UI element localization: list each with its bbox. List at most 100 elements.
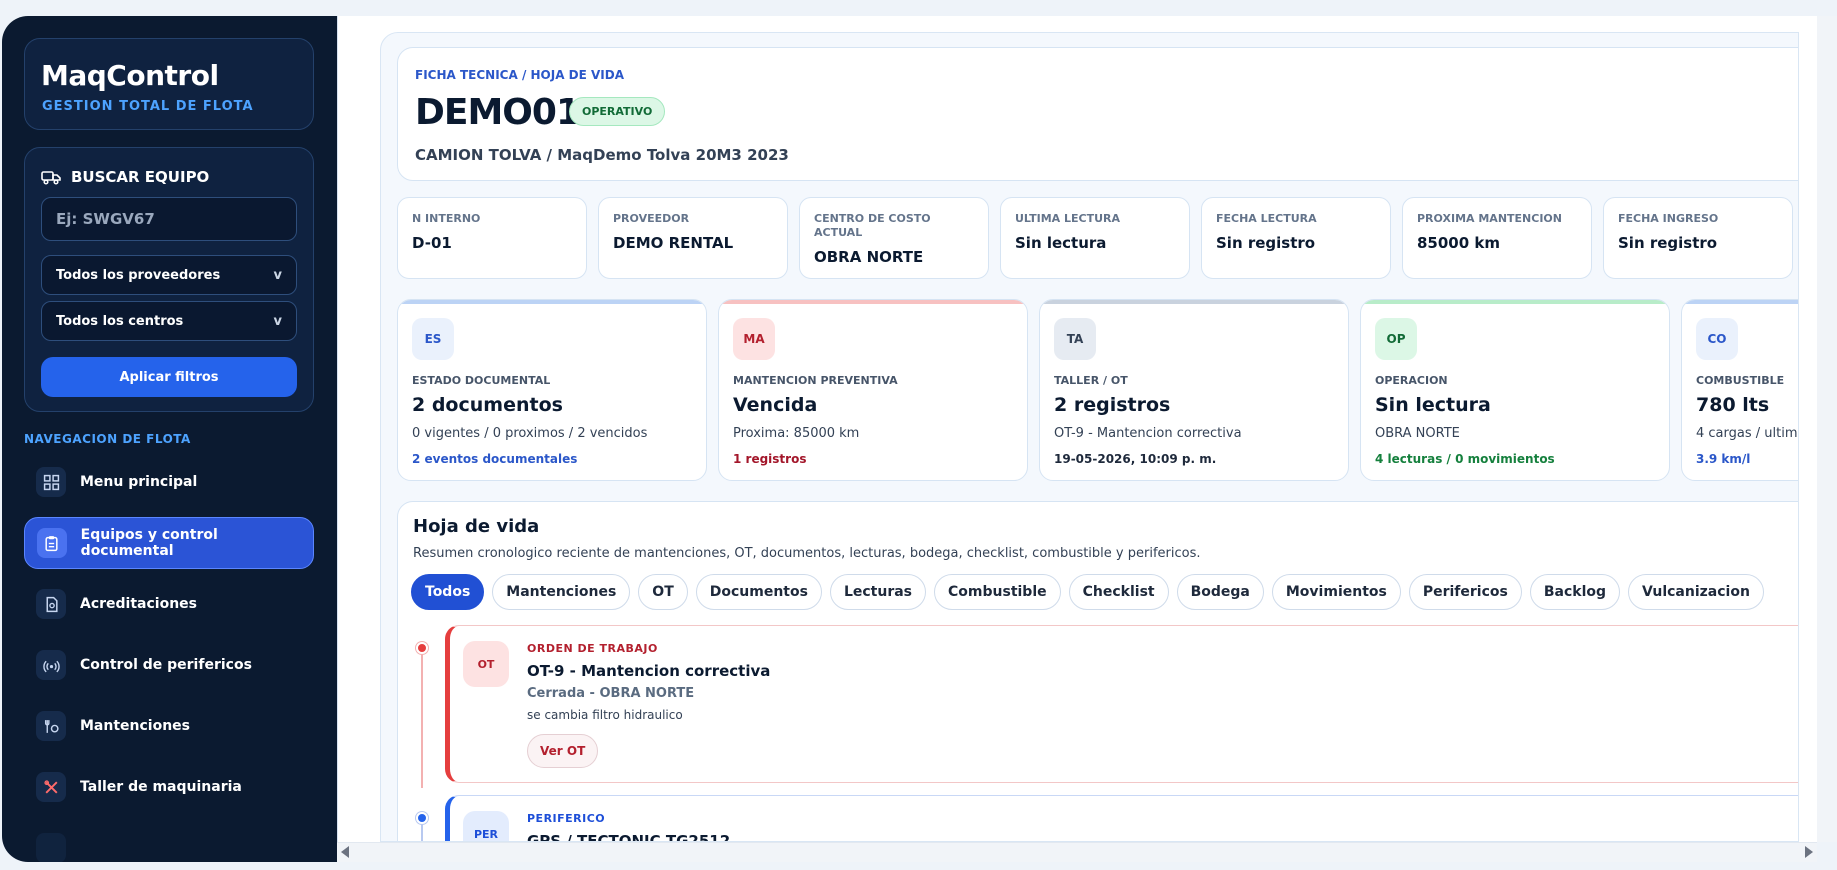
- summary-detail: OT-9 - Mantencion correctiva: [1054, 426, 1242, 441]
- horizontal-scrollbar[interactable]: [337, 842, 1817, 862]
- tab-combustible[interactable]: Combustible: [934, 574, 1061, 610]
- summary-card-documental[interactable]: ES ESTADO DOCUMENTAL 2 documentos 0 vige…: [397, 299, 707, 481]
- summary-foot: 19-05-2026, 10:09 p. m.: [1054, 452, 1217, 466]
- summary-label: ESTADO DOCUMENTAL: [412, 374, 551, 387]
- grid-icon: [36, 467, 66, 497]
- scroll-left-icon[interactable]: [341, 846, 349, 858]
- view-ot-button[interactable]: Ver OT: [527, 734, 599, 768]
- vertical-scrollbar[interactable]: [1817, 16, 1837, 842]
- tab-ot[interactable]: OT: [638, 574, 688, 610]
- wrench-gear-icon: [36, 711, 66, 741]
- provider-select[interactable]: Todos los proveedores v: [41, 255, 297, 295]
- timeline-event-periferico: PER PERIFERICO GPS / TECTONIC TG2512: [445, 795, 1798, 841]
- apply-filters-button[interactable]: Aplicar filtros: [41, 357, 297, 397]
- event-status: Cerrada - OBRA NORTE: [527, 686, 695, 701]
- event-type: PERIFERICO: [527, 812, 606, 825]
- tab-lecturas[interactable]: Lecturas: [829, 574, 927, 610]
- center-select-value: Todos los centros: [56, 313, 184, 329]
- brand-title: MaqControl: [41, 59, 219, 92]
- summary-card-operacion[interactable]: OP OPERACION Sin lectura OBRA NORTE 4 le…: [1360, 299, 1670, 481]
- equipment-search-input[interactable]: [41, 197, 297, 241]
- tab-perifericos[interactable]: Perifericos: [1408, 574, 1522, 610]
- summary-badge: MA: [733, 318, 775, 360]
- summary-label: COMBUSTIBLE: [1696, 374, 1785, 387]
- tab-vulcanizacion[interactable]: Vulcanizacion: [1628, 574, 1764, 610]
- main-content: FICHA TECNICA / HOJA DE VIDA DEMO01 OPER…: [337, 16, 1817, 842]
- sidebar-item-menu-principal[interactable]: Menu principal: [24, 456, 314, 508]
- brand-subtitle: GESTION TOTAL DE FLOTA: [42, 99, 254, 114]
- card-accent: [398, 300, 706, 304]
- section-title: Hoja de vida: [413, 516, 540, 537]
- card-accent: [1040, 300, 1348, 304]
- sidebar-item-equipos[interactable]: Equipos y control documental: [24, 517, 314, 569]
- sidebar-item-more[interactable]: [24, 822, 314, 862]
- summary-value: 780 lts: [1696, 394, 1770, 416]
- sidebar-item-taller[interactable]: Taller de maquinaria: [24, 761, 314, 813]
- info-card-fecha-lectura: FECHA LECTURA Sin registro: [1201, 197, 1391, 279]
- info-label: FECHA LECTURA: [1216, 212, 1317, 225]
- nav-heading: NAVEGACION DE FLOTA: [24, 432, 191, 446]
- tab-backlog[interactable]: Backlog: [1529, 574, 1621, 610]
- event-badge: OT: [463, 641, 509, 687]
- info-value: Sin registro: [1216, 234, 1316, 252]
- search-heading-label: BUSCAR EQUIPO: [71, 168, 210, 186]
- card-accent: [1361, 300, 1669, 304]
- summary-card-mantencion[interactable]: MA MANTENCION PREVENTIVA Vencida Proxima…: [718, 299, 1028, 481]
- summary-foot: 3.9 km/l: [1696, 452, 1751, 466]
- timeline-event-ot: OT ORDEN DE TRABAJO OT-9 - Mantencion co…: [445, 625, 1798, 783]
- summary-foot: 1 registros: [733, 452, 807, 466]
- scroll-right-icon[interactable]: [1805, 846, 1813, 858]
- sidebar: MaqControl GESTION TOTAL DE FLOTA BUSCAR…: [2, 16, 337, 862]
- timeline-dot: [416, 642, 428, 654]
- equipment-subtitle: CAMION TOLVA / MaqDemo Tolva 20M3 2023: [415, 146, 789, 164]
- info-value: 85000 km: [1417, 234, 1501, 252]
- clipboard-icon: [37, 528, 67, 558]
- sidebar-item-acreditaciones[interactable]: Acreditaciones: [24, 578, 314, 630]
- card-accent: [719, 300, 1027, 304]
- summary-detail: OBRA NORTE: [1375, 426, 1460, 441]
- event-type: ORDEN DE TRABAJO: [527, 642, 658, 655]
- summary-value: 2 registros: [1054, 394, 1171, 416]
- tab-bodega[interactable]: Bodega: [1176, 574, 1264, 610]
- summary-value: 2 documentos: [412, 394, 563, 416]
- status-badge: OPERATIVO: [569, 97, 666, 126]
- summary-badge: CO: [1696, 318, 1738, 360]
- tab-documentos[interactable]: Documentos: [695, 574, 822, 610]
- event-badge: PER: [463, 811, 509, 841]
- info-label: CENTRO DE COSTO ACTUAL: [814, 212, 931, 239]
- chevron-down-icon: v: [273, 313, 282, 329]
- sidebar-item-perifericos[interactable]: Control de perifericos: [24, 639, 314, 691]
- summary-foot: 4 lecturas / 0 movimientos: [1375, 452, 1555, 466]
- info-label: N INTERNO: [412, 212, 481, 225]
- summary-value: Sin lectura: [1375, 394, 1491, 416]
- tab-movimientos[interactable]: Movimientos: [1271, 574, 1401, 610]
- info-label: PROVEEDOR: [613, 212, 690, 225]
- brand-panel: MaqControl GESTION TOTAL DE FLOTA: [24, 38, 314, 130]
- summary-card-combustible[interactable]: CO COMBUSTIBLE 780 lts 4 cargas / ultima…: [1681, 299, 1798, 481]
- summary-detail: 0 vigentes / 0 proximos / 2 vencidos: [412, 426, 648, 441]
- summary-card-taller[interactable]: TA TALLER / OT 2 registros OT-9 - Manten…: [1039, 299, 1349, 481]
- sidebar-item-label: Acreditaciones: [80, 596, 198, 612]
- info-card-proveedor: PROVEEDOR DEMO RENTAL: [598, 197, 788, 279]
- timeline-line: [421, 824, 423, 841]
- tab-mantenciones[interactable]: Mantenciones: [492, 574, 631, 610]
- summary-foot: 2 eventos documentales: [412, 452, 578, 466]
- tools-icon: [36, 772, 66, 802]
- breadcrumb: FICHA TECNICA / HOJA DE VIDA: [415, 68, 625, 82]
- info-label: FECHA INGRESO: [1618, 212, 1719, 225]
- search-heading: BUSCAR EQUIPO: [41, 168, 209, 186]
- timeline-line: [421, 652, 423, 788]
- sidebar-item-mantenciones[interactable]: Mantenciones: [24, 700, 314, 752]
- center-select[interactable]: Todos los centros v: [41, 301, 297, 341]
- info-card-fecha-ingreso: FECHA INGRESO Sin registro: [1603, 197, 1793, 279]
- info-value: D-01: [412, 234, 452, 252]
- chevron-down-icon: v: [273, 267, 282, 283]
- event-title: OT-9 - Mantencion correctiva: [527, 662, 771, 680]
- provider-select-value: Todos los proveedores: [56, 267, 221, 283]
- sidebar-item-label: Equipos y control documental: [80, 527, 218, 559]
- tab-checklist[interactable]: Checklist: [1068, 574, 1169, 610]
- info-value: DEMO RENTAL: [613, 234, 734, 252]
- tab-todos[interactable]: Todos: [411, 574, 485, 610]
- event-description: se cambia filtro hidraulico: [527, 708, 683, 722]
- sidebar-item-label: Control de perifericos: [80, 657, 252, 673]
